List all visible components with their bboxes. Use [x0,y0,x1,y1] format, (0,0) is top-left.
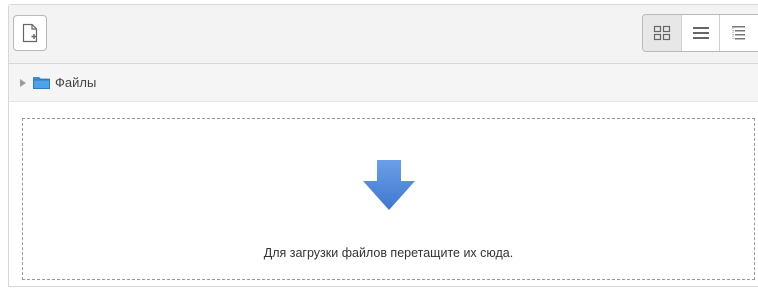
file-drop-zone[interactable]: Для загрузки файлов перетащите их сюда. [22,118,755,280]
add-file-button[interactable] [13,15,47,51]
view-tree-button[interactable] [720,15,758,51]
path-crumb-files[interactable]: Файлы [20,75,96,90]
list-view-icon [692,27,709,39]
folder-icon [33,77,50,89]
drop-instruction: Для загрузки файлов перетащите их сюда. [263,246,514,260]
add-file-icon [22,23,38,43]
path-bar: Файлы [9,64,758,102]
grid-view-icon [653,25,670,41]
tree-view-icon [732,26,746,40]
download-arrow-icon [363,160,415,210]
view-icons-button[interactable] [643,15,682,51]
path-folder-label: Файлы [55,75,97,90]
view-list-button[interactable] [682,15,721,51]
expand-arrow-icon [20,78,26,87]
file-manager: Файлы Для загрузки файлов перетащите их … [8,4,758,287]
file-manager-toolbar [9,5,758,64]
top-strip [0,0,758,3]
view-mode-switcher [642,14,758,52]
